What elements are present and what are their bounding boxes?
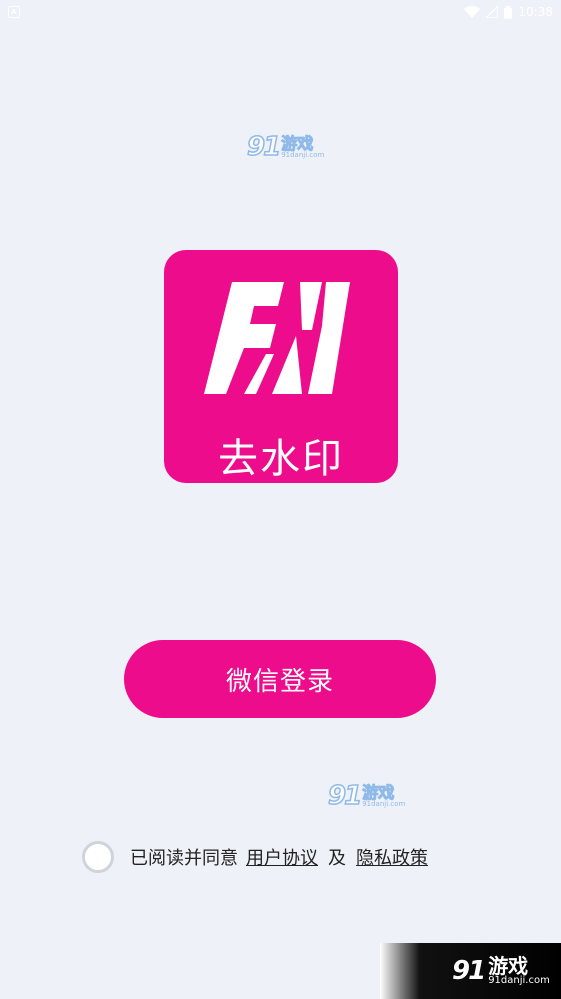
signal-icon bbox=[486, 6, 499, 18]
corner-number: 91 bbox=[452, 956, 486, 986]
agreement-prefix: 已阅读并同意 bbox=[130, 848, 238, 869]
watermark-url: 91danji.com bbox=[281, 150, 325, 159]
status-left: A bbox=[8, 6, 20, 18]
wifi-icon bbox=[464, 6, 481, 18]
user-agreement-link[interactable]: 用户协议 bbox=[246, 844, 318, 870]
agreement-and: 及 bbox=[328, 848, 346, 869]
wechat-login-button[interactable]: 微信登录 bbox=[124, 640, 436, 718]
agreement-row: 已阅读并同意 用户协议 及 隐私政策 bbox=[82, 841, 428, 873]
watermark-name: 游戏 bbox=[362, 782, 395, 802]
corner-url: 91danji.com bbox=[488, 975, 550, 986]
battery-icon bbox=[504, 5, 513, 19]
fm-logo-mark-icon bbox=[204, 282, 350, 394]
status-bar: A 10:38 bbox=[0, 0, 561, 24]
agree-checkbox[interactable] bbox=[82, 841, 114, 873]
watermark-bottom: 91 游戏 91danji.com bbox=[327, 780, 406, 812]
watermark-top: 91 游戏 91danji.com bbox=[246, 131, 325, 163]
corner-watermark-banner: 91 游戏 91danji.com bbox=[380, 943, 561, 999]
watermark-url: 91danji.com bbox=[362, 799, 406, 808]
watermark-number: 91 bbox=[327, 780, 363, 812]
watermark-name: 游戏 bbox=[281, 133, 314, 153]
app-name: 去水印 bbox=[218, 436, 344, 482]
clock: 10:38 bbox=[518, 5, 553, 19]
corner-name: 游戏 bbox=[488, 954, 529, 978]
privacy-policy-link[interactable]: 隐私政策 bbox=[356, 844, 428, 870]
status-right: 10:38 bbox=[464, 5, 553, 19]
watermark-number: 91 bbox=[246, 131, 282, 163]
notification-icon: A bbox=[8, 6, 20, 18]
app-logo: 去水印 bbox=[164, 250, 398, 483]
